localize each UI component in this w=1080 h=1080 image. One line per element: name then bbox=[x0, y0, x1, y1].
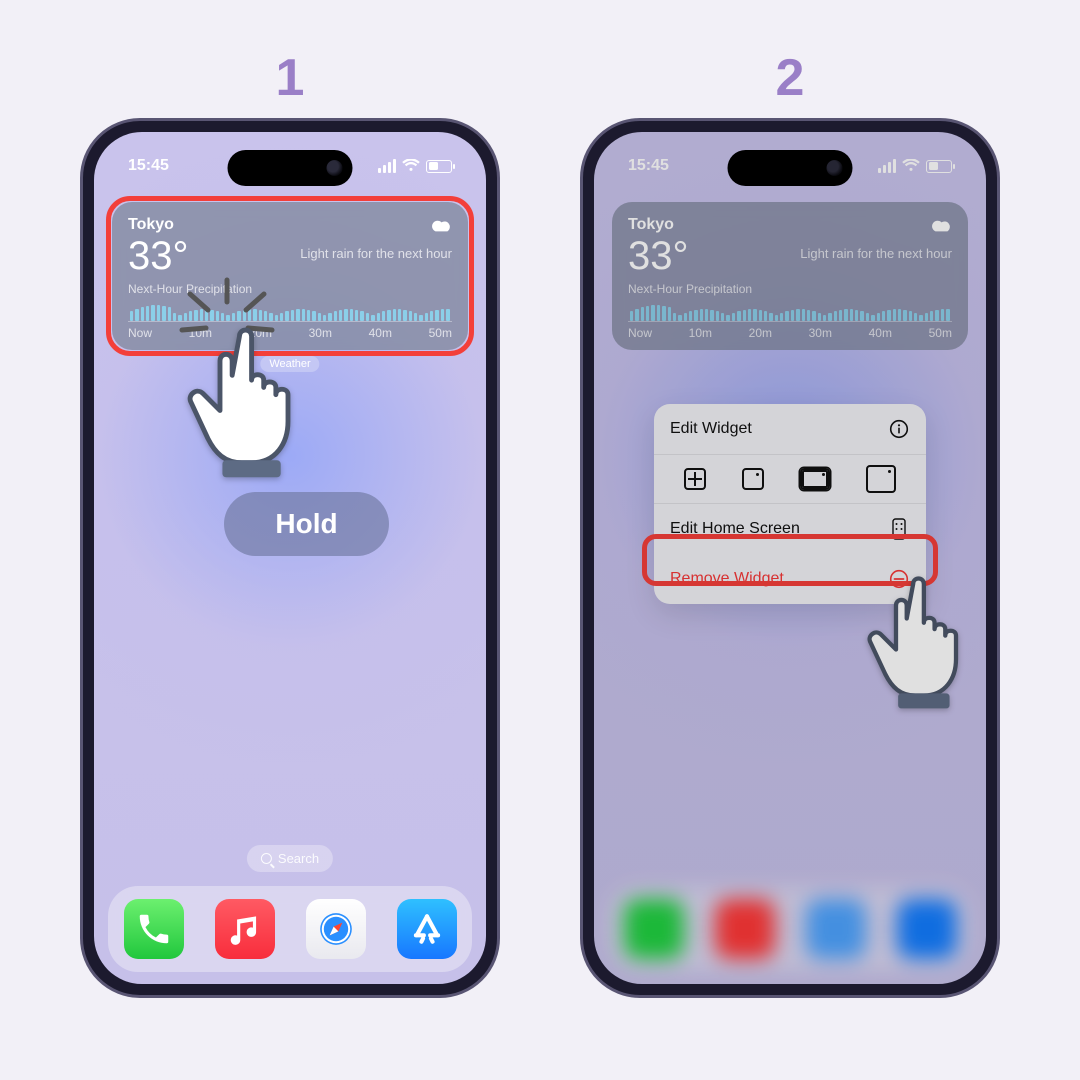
cloud-icon bbox=[930, 216, 952, 237]
widget-city: Tokyo bbox=[628, 216, 952, 234]
status-time: 15:45 bbox=[628, 157, 669, 175]
volume-down-button bbox=[80, 435, 83, 495]
step-2-column: 2 15:45 bbox=[570, 48, 1010, 998]
tap-burst-icon bbox=[172, 272, 282, 362]
size-option-small[interactable] bbox=[742, 468, 764, 490]
precipitation-chart: Now 10m 20m 30m 40m 50m bbox=[628, 304, 952, 340]
tick-30m: 30m bbox=[309, 326, 332, 340]
remove-minus-icon bbox=[888, 568, 910, 590]
dock-app-appstore[interactable] bbox=[897, 899, 957, 959]
search-icon bbox=[261, 853, 272, 864]
menu-edit-home-label: Edit Home Screen bbox=[670, 520, 800, 538]
silent-switch bbox=[580, 294, 583, 329]
menu-edit-widget-label: Edit Widget bbox=[670, 420, 752, 438]
dock bbox=[108, 886, 472, 972]
info-icon bbox=[888, 418, 910, 440]
menu-remove-label: Remove Widget bbox=[670, 570, 784, 588]
wifi-icon bbox=[902, 159, 920, 173]
step-1-column: 1 15:45 bbox=[70, 48, 510, 998]
dock-app-safari[interactable] bbox=[806, 899, 866, 959]
precipitation-bars bbox=[628, 304, 952, 322]
tick-now: Now bbox=[628, 326, 652, 340]
dock-app-phone[interactable] bbox=[624, 899, 684, 959]
cellular-icon bbox=[378, 159, 396, 173]
battery-icon bbox=[926, 160, 952, 173]
iphone-frame-1: 15:45 Tokyo 33° bbox=[80, 118, 500, 998]
cellular-icon bbox=[878, 159, 896, 173]
weather-widget-wrap: Tokyo 33° Light rain for the next hour N… bbox=[112, 202, 468, 350]
volume-down-button bbox=[580, 435, 583, 495]
precipitation-ticks: Now 10m 20m 30m 40m 50m bbox=[628, 326, 952, 340]
iphone-frame-2: 15:45 Tokyo 33° bbox=[580, 118, 1000, 998]
hold-annotation: Hold bbox=[224, 492, 389, 556]
weather-widget-wrap: Tokyo 33° Light rain for the next hour N… bbox=[612, 202, 968, 350]
home-screen-1[interactable]: 15:45 Tokyo 33° bbox=[94, 132, 486, 984]
battery-icon bbox=[426, 160, 452, 173]
dock-app-safari[interactable] bbox=[306, 899, 366, 959]
side-button bbox=[497, 376, 500, 471]
search-pill[interactable]: Search bbox=[247, 845, 333, 872]
status-time: 15:45 bbox=[128, 157, 169, 175]
volume-up-button bbox=[580, 359, 583, 419]
menu-size-options bbox=[654, 454, 926, 504]
tick-50m: 50m bbox=[929, 326, 952, 340]
size-option-2x2[interactable] bbox=[684, 468, 706, 490]
tick-10m: 10m bbox=[689, 326, 712, 340]
tick-now: Now bbox=[128, 326, 152, 340]
dock-app-music[interactable] bbox=[715, 899, 775, 959]
step-number-2: 2 bbox=[776, 48, 805, 108]
menu-edit-home-screen[interactable]: Edit Home Screen bbox=[654, 504, 926, 554]
step-number-1: 1 bbox=[276, 48, 305, 108]
widget-city: Tokyo bbox=[128, 216, 452, 234]
silent-switch bbox=[80, 294, 83, 329]
dock-app-appstore[interactable] bbox=[397, 899, 457, 959]
widget-condition: Light rain for the next hour bbox=[300, 246, 452, 261]
dock-blurred bbox=[608, 886, 972, 972]
size-option-medium-selected[interactable] bbox=[800, 468, 830, 490]
tick-50m: 50m bbox=[429, 326, 452, 340]
side-button bbox=[997, 376, 1000, 471]
weather-widget[interactable]: Tokyo 33° Light rain for the next hour N… bbox=[612, 202, 968, 350]
cloud-icon bbox=[430, 216, 452, 237]
widget-section-label: Next-Hour Precipitation bbox=[628, 282, 952, 296]
menu-edit-widget[interactable]: Edit Widget bbox=[654, 404, 926, 454]
status-bar: 15:45 bbox=[94, 154, 486, 178]
tick-30m: 30m bbox=[809, 326, 832, 340]
volume-up-button bbox=[80, 359, 83, 419]
weather-widget[interactable]: Tokyo 33° Light rain for the next hour N… bbox=[112, 202, 468, 350]
size-option-large[interactable] bbox=[866, 465, 896, 493]
dock-app-phone[interactable] bbox=[124, 899, 184, 959]
dock-app-music[interactable] bbox=[215, 899, 275, 959]
status-bar: 15:45 bbox=[594, 154, 986, 178]
wifi-icon bbox=[402, 159, 420, 173]
menu-remove-widget[interactable]: Remove Widget bbox=[654, 554, 926, 604]
apps-icon bbox=[888, 518, 910, 540]
tick-40m: 40m bbox=[369, 326, 392, 340]
hold-label: Hold bbox=[275, 508, 337, 540]
search-label: Search bbox=[278, 851, 319, 866]
tick-40m: 40m bbox=[869, 326, 892, 340]
tick-20m: 20m bbox=[749, 326, 772, 340]
widget-condition: Light rain for the next hour bbox=[800, 246, 952, 261]
widget-context-menu: Edit Widget Edit Home Screen bbox=[654, 404, 926, 604]
home-screen-2[interactable]: 15:45 Tokyo 33° bbox=[594, 132, 986, 984]
